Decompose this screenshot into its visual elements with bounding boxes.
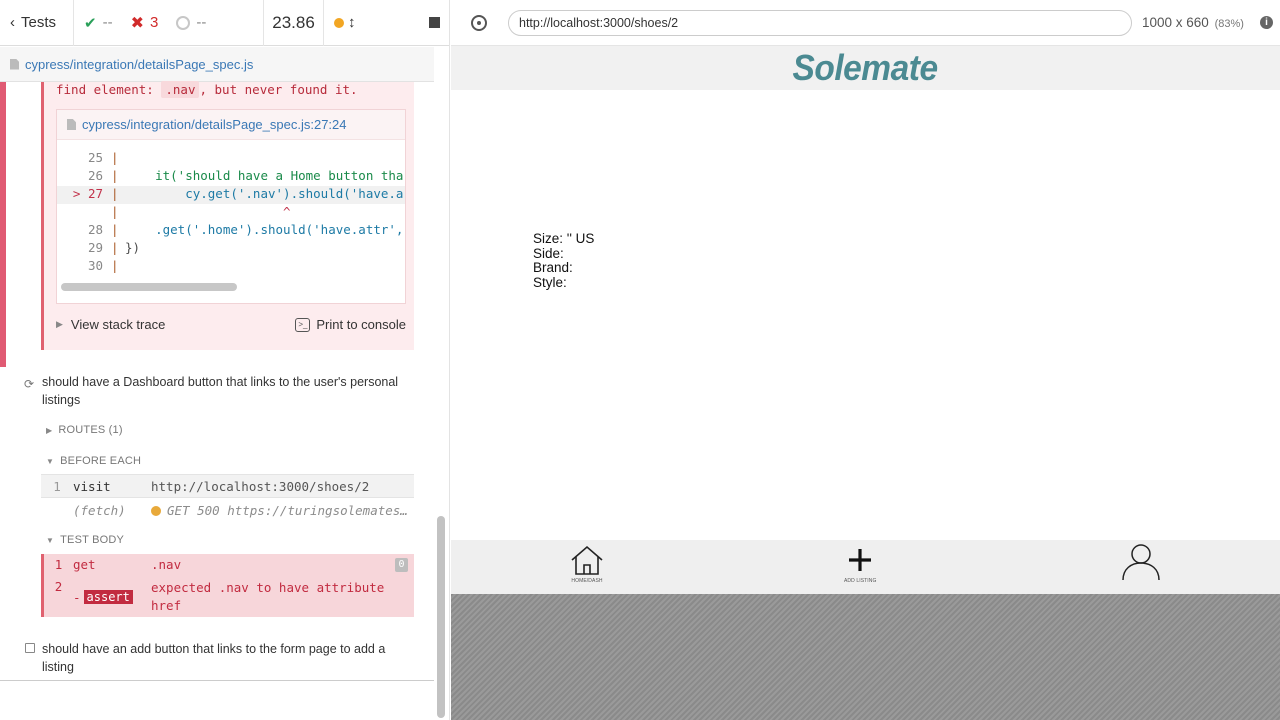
caret-down-icon: ▼ [46,535,55,545]
app-iframe: Solemate Size: '' US Side: Brand: Style:… [451,46,1280,594]
detail-style: Style: [533,274,567,290]
command-row-get[interactable]: 1 get .nav 0 [44,557,414,572]
command-row-fetch[interactable]: (fetch) GET 500 https://turingsolemates… [41,498,414,522]
code-line: 25 | [87,150,119,165]
x-icon: ✖ [130,14,144,32]
stop-icon[interactable] [429,17,440,28]
test-item-add-button[interactable]: should have an add button that links to … [24,640,404,676]
pending-count: -- [176,14,206,31]
chevron-left-icon: ‹ [10,14,15,31]
app-logo[interactable]: Solemate [793,46,939,90]
reporter-scrollbar[interactable] [437,516,445,718]
arrows-vertical-icon: ↕ [348,14,356,31]
code-frame-scrollbar[interactable] [61,283,401,291]
plus-icon [849,549,872,571]
stats-bar: ‹ Tests ✔ -- ✖ 3 -- 23.86 ↕ [0,0,449,46]
code-frame: cypress/integration/detailsPage_spec.js:… [56,109,406,304]
app-header: Solemate [451,46,1280,90]
back-to-tests-button[interactable]: ‹ Tests [0,0,74,46]
status-dot-icon [334,17,344,28]
back-label: Tests [21,14,57,31]
test-body-section-toggle[interactable]: ▼ TEST BODY [46,534,124,546]
pending-checkbox-icon [25,643,35,653]
error-actions: ▶ View stack trace >_ Print to console [56,317,406,332]
aut-header: http://localhost:3000/shoes/2 1000 x 660… [451,0,1280,46]
terminal-icon: >_ [295,317,311,332]
status-dot-icon [151,506,161,516]
cypress-runner: ‹ Tests ✔ -- ✖ 3 -- 23.86 ↕ cypress/inte… [0,0,1280,720]
nav-home-button[interactable]: HOME/DASH [569,544,605,584]
caret-right-icon: ▶ [46,425,53,435]
view-stack-trace-toggle[interactable]: ▶ View stack trace [56,317,165,332]
failed-count: ✖ 3 [130,14,159,32]
home-icon [571,545,603,575]
element-count-badge: 0 [395,558,408,572]
duration: 23.86 [264,0,324,46]
detail-size: Size: '' US [533,231,595,246]
code-line: 30 | [87,258,119,273]
viewport-filler [451,594,1280,720]
check-icon: ✔ [84,14,97,32]
command-row-visit[interactable]: 1 visit http://localhost:3000/shoes/2 [41,474,414,498]
test-counts: ✔ -- ✖ 3 -- [74,0,264,46]
code-line-caret: | ^ [111,204,291,219]
selector-playground-icon[interactable] [471,15,487,31]
error-message: find element: .nav, but never found it. [56,81,358,98]
code-line: 26 | it('should have a Home button tha [87,168,404,183]
print-to-console-button[interactable]: >_ Print to console [295,317,406,332]
viewport-info: 1000 x 660 (83%) [1142,15,1244,30]
nav-profile-button[interactable] [1121,542,1161,582]
caret-down-icon: ▼ [46,456,55,466]
detail-brand: Brand: [533,260,573,275]
scrollbar-thumb[interactable] [61,283,237,291]
spec-file-path[interactable]: cypress/integration/detailsPage_spec.js [0,47,434,82]
caret-right-icon: ▶ [56,319,63,329]
code-lines: 25 | 26 | it('should have a Home button th… [57,140,405,276]
run-controls: ↕ [324,0,449,46]
info-icon[interactable]: i [1260,16,1273,29]
file-icon [67,119,76,130]
error-panel: find element: .nav, but never found it. … [41,81,414,350]
assert-badge: assert [83,590,133,604]
url-bar[interactable]: http://localhost:3000/shoes/2 [508,10,1132,36]
auto-scroll-toggle[interactable]: ↕ [334,14,356,31]
code-line-highlighted: > 27 | cy.get('.nav').should('have.a [57,186,405,204]
user-icon [1122,544,1160,581]
routes-section-toggle[interactable]: ▶ ROUTES (1) [46,424,123,436]
code-line: 29 |}) [87,240,141,255]
code-frame-path[interactable]: cypress/integration/detailsPage_spec.js:… [57,110,405,140]
pending-circle-icon [176,15,191,30]
passed-count: ✔ -- [84,14,113,32]
test-item-dashboard[interactable]: ⟳ should have a Dashboard button that li… [24,373,404,409]
detail-side: Side: [533,245,564,261]
nav-add-button[interactable]: ADD LISTING [844,544,877,584]
reporter-panel: ‹ Tests ✔ -- ✖ 3 -- 23.86 ↕ cypress/inte… [0,0,450,720]
error-indicator-bar [0,82,6,367]
test-body-commands: 1 get .nav 0 2 - assert expected .nav to … [41,554,414,617]
before-each-commands: 1 visit http://localhost:3000/shoes/2 (f… [41,474,414,522]
retry-icon: ⟳ [24,377,35,391]
divider [0,680,434,681]
app-bottom-nav: HOME/DASH ADD LISTING [451,540,1280,594]
file-icon [10,58,19,70]
test-title: should have an add button that links to … [42,642,386,674]
error-block: find element: .nav, but never found it. … [0,81,434,367]
before-each-section-toggle[interactable]: ▼ BEFORE EACH [46,455,141,467]
shoe-details: Size: '' US Side: Brand: Style: [533,231,595,290]
code-line: 28 | .get('.home').should('have.attr', [87,222,404,237]
test-title: should have a Dashboard button that link… [42,375,399,407]
command-row-assert[interactable]: 2 - assert expected .nav to have attribut… [44,579,414,615]
